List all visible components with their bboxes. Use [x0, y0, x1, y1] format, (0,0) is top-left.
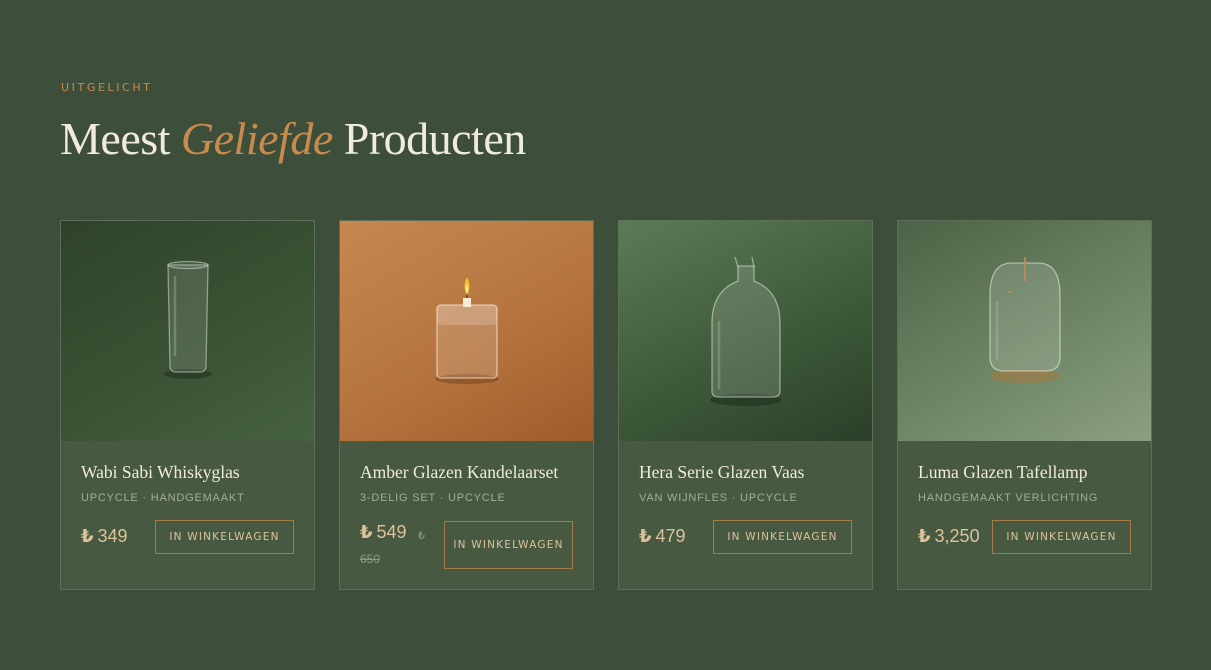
product-name[interactable]: Luma Glazen Tafellamp: [918, 462, 1088, 483]
table-lamp-icon: [989, 257, 1061, 383]
currency-symbol: ₺: [360, 522, 373, 542]
old-price: 650: [360, 552, 381, 566]
product-name[interactable]: Hera Serie Glazen Vaas: [639, 462, 804, 483]
product-card[interactable]: Hera Serie Glazen Vaas VAN WIJNFLES · UP…: [618, 220, 873, 590]
section-eyebrow: UITGELICHT: [61, 81, 153, 94]
product-price: ₺ 3,250: [918, 526, 980, 547]
product-tags: VAN WIJNFLES · UPCYCLE: [639, 492, 798, 504]
currency-symbol: ₺: [639, 526, 652, 546]
price-value: 479: [655, 526, 686, 546]
product-price: ₺ 349: [81, 526, 128, 547]
product-tags: 3-DELIG SET · UPCYCLE: [360, 492, 506, 504]
add-to-cart-button[interactable]: IN WINKELWAGEN: [992, 520, 1131, 554]
old-currency-symbol: ₺: [418, 530, 425, 542]
add-to-cart-button[interactable]: IN WINKELWAGEN: [713, 520, 852, 554]
product-card[interactable]: Luma Glazen Tafellamp HANDGEMAAKT VERLIC…: [897, 220, 1152, 590]
product-name[interactable]: Amber Glazen Kandelaarset: [360, 462, 558, 483]
product-card[interactable]: Wabi Sabi Whiskyglas UPCYCLE · HANDGEMAA…: [60, 220, 315, 590]
section-title: Meest Geliefde Producten: [60, 112, 526, 165]
bottle-vase-icon: [710, 256, 782, 406]
currency-symbol: ₺: [81, 526, 94, 546]
product-tags: HANDGEMAAKT VERLICHTING: [918, 492, 1099, 504]
title-before: Meest: [60, 113, 170, 164]
product-name[interactable]: Wabi Sabi Whiskyglas: [81, 462, 240, 483]
product-tags: UPCYCLE · HANDGEMAAKT: [81, 492, 245, 504]
currency-symbol: ₺: [918, 526, 931, 546]
title-accent: Geliefde: [180, 113, 333, 164]
title-after: Producten: [343, 113, 527, 164]
product-image[interactable]: [61, 221, 314, 441]
add-to-cart-button[interactable]: IN WINKELWAGEN: [444, 521, 573, 569]
add-to-cart-button[interactable]: IN WINKELWAGEN: [155, 520, 294, 554]
product-image[interactable]: [898, 221, 1151, 441]
product-image[interactable]: [619, 221, 872, 441]
whisky-glass-icon: [164, 260, 212, 379]
product-image[interactable]: [340, 221, 593, 441]
price-value: 3,250: [934, 526, 980, 546]
price-value: 349: [97, 526, 128, 546]
product-card[interactable]: Amber Glazen Kandelaarset 3-DELIG SET · …: [339, 220, 594, 590]
product-price: ₺ 549: [360, 522, 407, 543]
candle-holder-icon: [435, 277, 499, 384]
price-value: 549: [376, 522, 407, 542]
product-price: ₺ 479: [639, 526, 686, 547]
